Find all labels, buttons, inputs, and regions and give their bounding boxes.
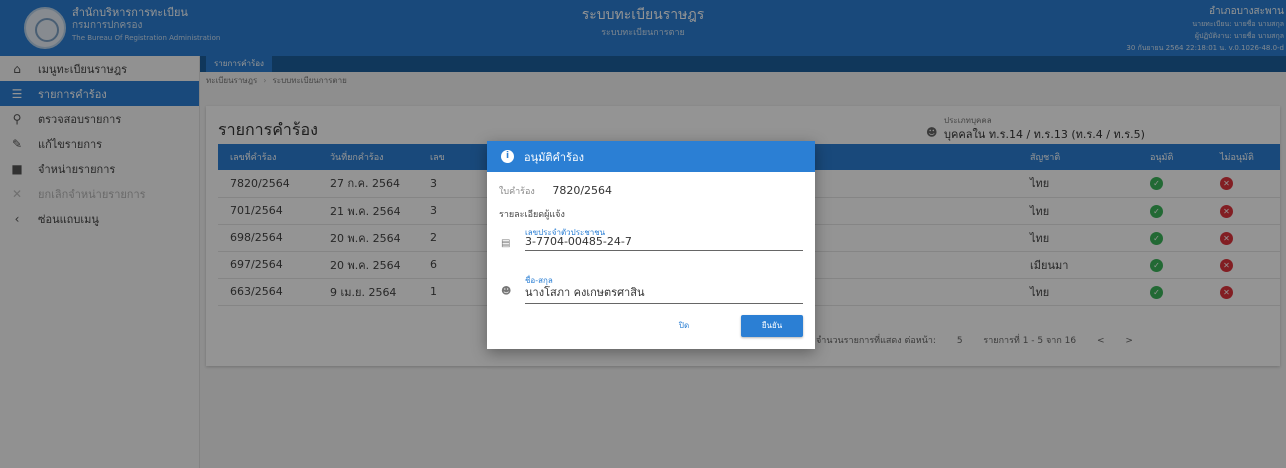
dialog-header: i อนุมัติคำร้อง — [487, 141, 815, 172]
citizen-id-value: 3-7704-00485-24-7 — [525, 235, 803, 251]
approve-request-dialog: i อนุมัติคำร้อง ใบคำร้อง 7820/2564 รายละ… — [487, 141, 815, 349]
confirm-button[interactable]: ยืนยัน — [741, 315, 803, 337]
request-number-field: ใบคำร้อง 7820/2564 — [499, 184, 612, 198]
request-number-label: ใบคำร้อง — [499, 187, 535, 197]
person-icon: ☻ — [501, 286, 512, 297]
reporter-heading: รายละเอียดผู้แจ้ง — [499, 210, 565, 220]
info-icon: i — [501, 150, 514, 163]
request-number-value: 7820/2564 — [552, 184, 613, 197]
full-name-value: นางโสภา คงเกษตรศาสิน — [525, 283, 803, 304]
dialog-title: อนุมัติคำร้อง — [524, 150, 584, 164]
id-card-icon: ▤ — [501, 238, 511, 249]
close-button[interactable]: ปิด — [659, 315, 709, 337]
